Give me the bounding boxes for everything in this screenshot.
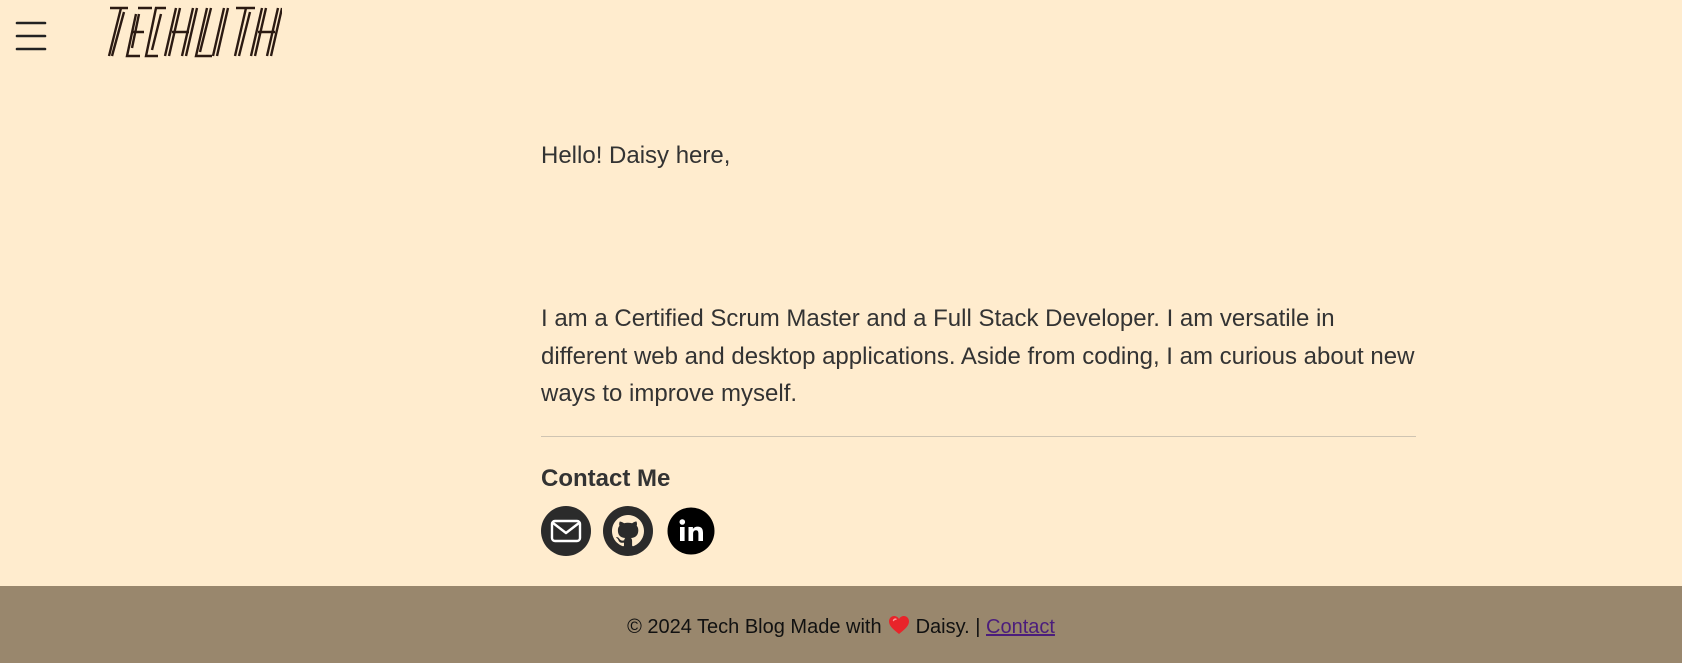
top-bar [0,0,1682,70]
email-link[interactable] [541,506,591,561]
section-divider [541,436,1416,437]
techlith-logo [107,6,284,58]
linkedin-icon [667,507,715,555]
site-logo[interactable] [100,4,284,67]
social-links [541,506,741,556]
footer-text: © 2024 Tech Blog Made with Daisy. | Conta… [0,614,1682,642]
contact-link[interactable]: Contact [986,616,1055,638]
footer: © 2024 Tech Blog Made with Daisy. | Conta… [0,586,1682,663]
envelope-icon [541,506,591,556]
menu-button[interactable] [14,20,48,52]
copyright-text: © 2024 Tech Blog Made with [627,616,882,638]
greeting-text: Hello! Daisy here, [541,142,731,169]
author-text: Daisy. | [915,616,981,638]
github-link[interactable] [603,506,653,561]
heart-icon [888,615,910,642]
linkedin-link[interactable] [667,506,715,561]
hamburger-menu-icon [15,21,47,51]
contact-heading: Contact Me [541,465,671,492]
github-icon [603,506,653,556]
bio-text: I am a Certified Scrum Master and a Full… [541,305,1415,407]
